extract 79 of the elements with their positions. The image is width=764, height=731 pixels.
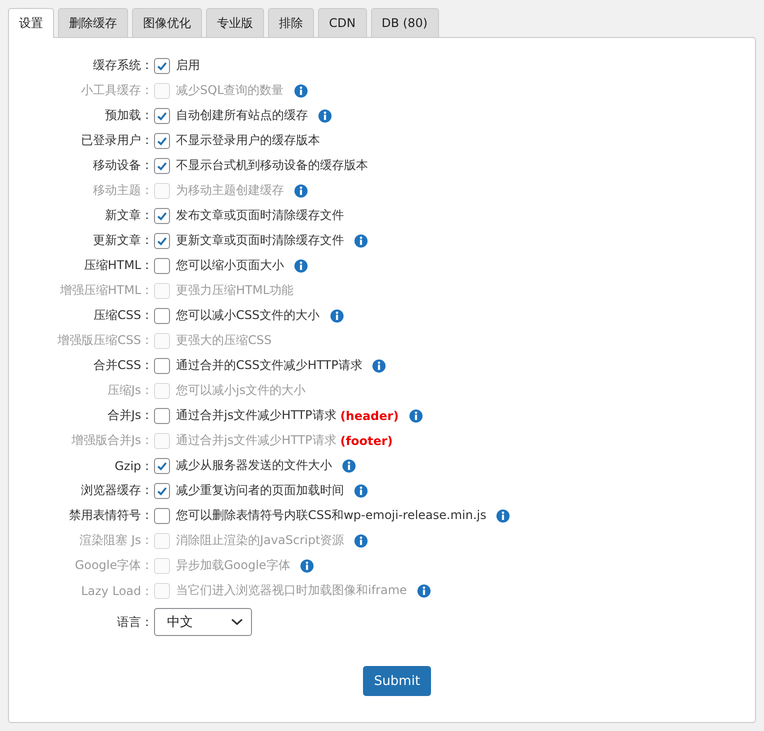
tab[interactable]: CDN xyxy=(318,8,367,37)
setting-description: 减少重复访问者的页面加载时间 xyxy=(176,482,344,499)
setting-label: 压缩CSS : xyxy=(92,307,150,324)
setting-label: 增强版合并Js : xyxy=(70,432,150,449)
submit-button[interactable]: Submit xyxy=(362,666,432,696)
setting-label: 移动主题 : xyxy=(92,182,150,199)
setting-description: 不显示登录用户的缓存版本 xyxy=(176,132,320,149)
setting-description: 当它们进入浏览器视口时加载图像和iframe xyxy=(176,582,407,599)
setting-description: 通过合并的CSS文件减少HTTP请求 xyxy=(176,357,362,374)
checkbox[interactable] xyxy=(154,258,170,274)
checkbox[interactable] xyxy=(154,132,170,148)
checkbox[interactable] xyxy=(154,458,170,474)
tab[interactable]: 设置 xyxy=(8,8,54,38)
setting-description: 减少从服务器发送的文件大小 xyxy=(176,457,332,474)
setting-description: 更强力压缩HTML功能 xyxy=(176,282,294,299)
info-icon[interactable] xyxy=(354,484,368,498)
setting-description: 通过合并js文件减少HTTP请求 xyxy=(176,407,336,424)
setting-description: 消除阻止渲染的JavaScript资源 xyxy=(176,532,344,549)
info-icon[interactable] xyxy=(342,458,356,472)
setting-description: 不显示台式机到移动设备的缓存版本 xyxy=(176,157,368,174)
info-icon[interactable] xyxy=(330,308,344,322)
checkbox[interactable] xyxy=(154,232,170,248)
checkbox[interactable] xyxy=(154,58,170,74)
setting-label: 增强版压缩CSS : xyxy=(56,332,150,349)
setting-label: 更新文章 : xyxy=(92,232,150,249)
setting-description: 您可以缩小页面大小 xyxy=(176,257,284,274)
setting-label: 压缩HTML : xyxy=(82,257,150,274)
info-icon[interactable] xyxy=(294,258,308,272)
setting-description: 更新文章或页面时清除缓存文件 xyxy=(176,232,344,249)
setting-label: 缓存系统 : xyxy=(92,57,150,74)
tab[interactable]: 删除缓存 xyxy=(58,8,128,37)
setting-label: 已登录用户 : xyxy=(80,132,150,149)
checkbox[interactable] xyxy=(154,358,170,374)
setting-description: 异步加载Google字体 xyxy=(176,557,290,574)
setting-label: 新文章 : xyxy=(104,207,150,224)
caret-icon xyxy=(231,618,243,626)
setting-description: 您可以减小CSS文件的大小 xyxy=(176,307,320,324)
setting-label: 小工具缓存 : xyxy=(80,82,150,99)
setting-label: 浏览器缓存 : xyxy=(80,482,150,499)
setting-label: Lazy Load : xyxy=(80,584,150,598)
setting-label: 合并CSS : xyxy=(92,357,150,374)
checkbox[interactable] xyxy=(154,158,170,174)
setting-label: 压缩Js : xyxy=(106,382,150,399)
setting-description: 更强大的压缩CSS xyxy=(176,332,272,349)
setting-description: 自动创建所有站点的缓存 xyxy=(176,107,308,124)
setting-description: 通过合并js文件减少HTTP请求 xyxy=(176,432,336,449)
setting-label: 预加载 : xyxy=(104,107,150,124)
setting-description: 发布文章或页面时清除缓存文件 xyxy=(176,207,344,224)
tab[interactable]: 排除 xyxy=(268,8,314,37)
setting-note: (header) xyxy=(340,408,399,422)
tab[interactable]: 图像优化 xyxy=(132,8,202,37)
setting-description: 您可以删除表情符号内联CSS和wp-emoji-release.min.js xyxy=(176,507,486,524)
checkbox[interactable] xyxy=(154,408,170,424)
setting-description: 减少SQL查询的数量 xyxy=(176,82,284,99)
checkbox[interactable] xyxy=(154,108,170,124)
setting-label: Gzip : xyxy=(114,458,150,472)
language-label: 语言 : xyxy=(116,614,150,630)
setting-note: (footer) xyxy=(340,434,393,448)
setting-description: 您可以减小js文件的大小 xyxy=(176,382,306,399)
setting-label: 增强压缩HTML : xyxy=(58,282,150,299)
info-icon[interactable] xyxy=(496,508,510,522)
setting-description: 启用 xyxy=(176,57,200,74)
setting-label: 禁用表情符号 : xyxy=(68,507,150,524)
info-icon[interactable] xyxy=(408,408,423,422)
language-dropdown[interactable]: 中文 xyxy=(154,608,252,636)
setting-label: 渲染阻塞 Js : xyxy=(78,532,150,549)
setting-description: 为移动主题创建缓存 xyxy=(176,182,284,199)
setting-label: 移动设备 : xyxy=(92,157,150,174)
checkbox[interactable] xyxy=(154,508,170,524)
setting-label: Google字体 : xyxy=(74,557,150,574)
checkbox[interactable] xyxy=(154,482,170,498)
checkbox[interactable] xyxy=(154,308,170,324)
info-icon[interactable] xyxy=(318,108,332,122)
tab[interactable]: DB (80) xyxy=(370,8,439,37)
tab[interactable]: 专业版 xyxy=(206,8,264,37)
info-icon[interactable] xyxy=(354,234,368,248)
info-icon[interactable] xyxy=(372,358,386,372)
checkbox[interactable] xyxy=(154,208,170,224)
setting-label: 合并Js : xyxy=(106,407,150,424)
